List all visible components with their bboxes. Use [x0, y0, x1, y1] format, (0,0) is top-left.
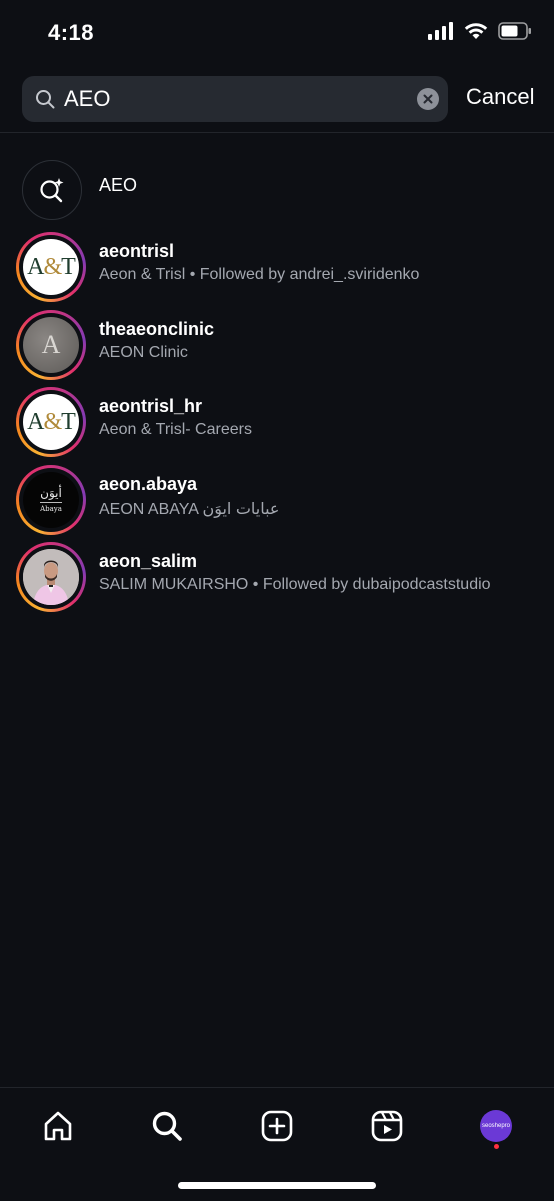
search-icon	[36, 90, 55, 109]
story-ring: أيوَن Abaya	[16, 464, 86, 535]
username: aeon_salim	[99, 551, 198, 572]
search-icon	[152, 1111, 182, 1141]
story-ring: A	[16, 309, 86, 380]
close-icon	[423, 94, 433, 104]
home-icon	[44, 1111, 72, 1141]
search-row: Cancel	[22, 76, 542, 122]
cancel-button[interactable]: Cancel	[466, 84, 534, 110]
status-icons	[428, 22, 532, 40]
subtitle: Aeon & Trisl • Followed by andrei_.sviri…	[99, 266, 420, 283]
search-box[interactable]	[22, 76, 448, 122]
search-sparkle-icon	[40, 178, 64, 203]
username: aeontrisl	[99, 241, 175, 261]
at-logo: A & T	[23, 239, 79, 295]
abaya-logo: أيوَن Abaya	[23, 471, 79, 528]
subtitle: SALIM MUKAIRSHO • Followed by dubaipodca…	[99, 576, 491, 594]
username: aeontrisl_hr	[99, 396, 203, 417]
profile-photo	[23, 549, 79, 606]
nav-home[interactable]	[38, 1106, 78, 1146]
story-ring: A & T	[16, 232, 86, 302]
clear-search-button[interactable]	[417, 88, 439, 110]
list-item[interactable]: أيوَن Abaya aeon.abaya AEON ABAYA عبايات…	[0, 461, 554, 539]
avatar: أيوَن Abaya	[23, 471, 79, 528]
story-ring: A & T	[16, 387, 86, 458]
list-item[interactable]: A theaeonclinic AEON Clinic	[0, 306, 554, 384]
cellular-signal-icon	[428, 22, 453, 40]
clinic-logo: A	[23, 316, 79, 373]
nav-profile[interactable]: seoshepro	[476, 1106, 516, 1146]
search-input[interactable]	[64, 76, 404, 122]
nav-create[interactable]	[257, 1106, 297, 1146]
list-item[interactable]: aeon_salim SALIM MUKAIRSHO • Followed by…	[0, 538, 554, 616]
query-suggestion-row[interactable]: AEO	[0, 152, 554, 228]
list-item[interactable]: A & T aeontrisl Aeon & Trisl • Followed by…	[0, 228, 554, 306]
subtitle: AEON Clinic	[99, 343, 188, 361]
list-item[interactable]: A & T aeontrisl_hr Aeon & Trisl- Careers	[0, 383, 554, 461]
query-suggestion-label: AEO	[99, 175, 138, 195]
divider	[0, 132, 554, 133]
at-logo: A & T	[23, 394, 79, 451]
status-time: 4:18	[48, 20, 95, 45]
subtitle: AEON ABAYA عبايات ايوَن	[99, 500, 280, 518]
avatar: A	[23, 316, 79, 373]
nav-search[interactable]	[147, 1106, 187, 1146]
story-ring	[16, 542, 86, 613]
username: theaeonclinic	[99, 318, 215, 339]
avatar: A & T	[23, 239, 79, 295]
subtitle: Aeon & Trisl- Careers	[99, 421, 252, 439]
create-icon	[261, 1110, 293, 1142]
avatar	[23, 549, 79, 606]
query-icon-circle	[22, 160, 82, 220]
username: aeon.abaya	[99, 473, 198, 494]
home-indicator[interactable]	[178, 1182, 376, 1189]
search-results-list: AEO A & T aeontrisl Aeon & Trisl • Followe…	[0, 152, 554, 616]
avatar: A & T	[23, 394, 79, 451]
wifi-icon	[464, 23, 488, 39]
nav-reels[interactable]	[367, 1106, 407, 1146]
status-bar: 4:18	[0, 0, 554, 66]
battery-icon	[498, 22, 531, 40]
reels-icon	[371, 1110, 403, 1142]
notification-dot	[494, 1144, 499, 1149]
profile-avatar: seoshepro	[480, 1110, 512, 1142]
